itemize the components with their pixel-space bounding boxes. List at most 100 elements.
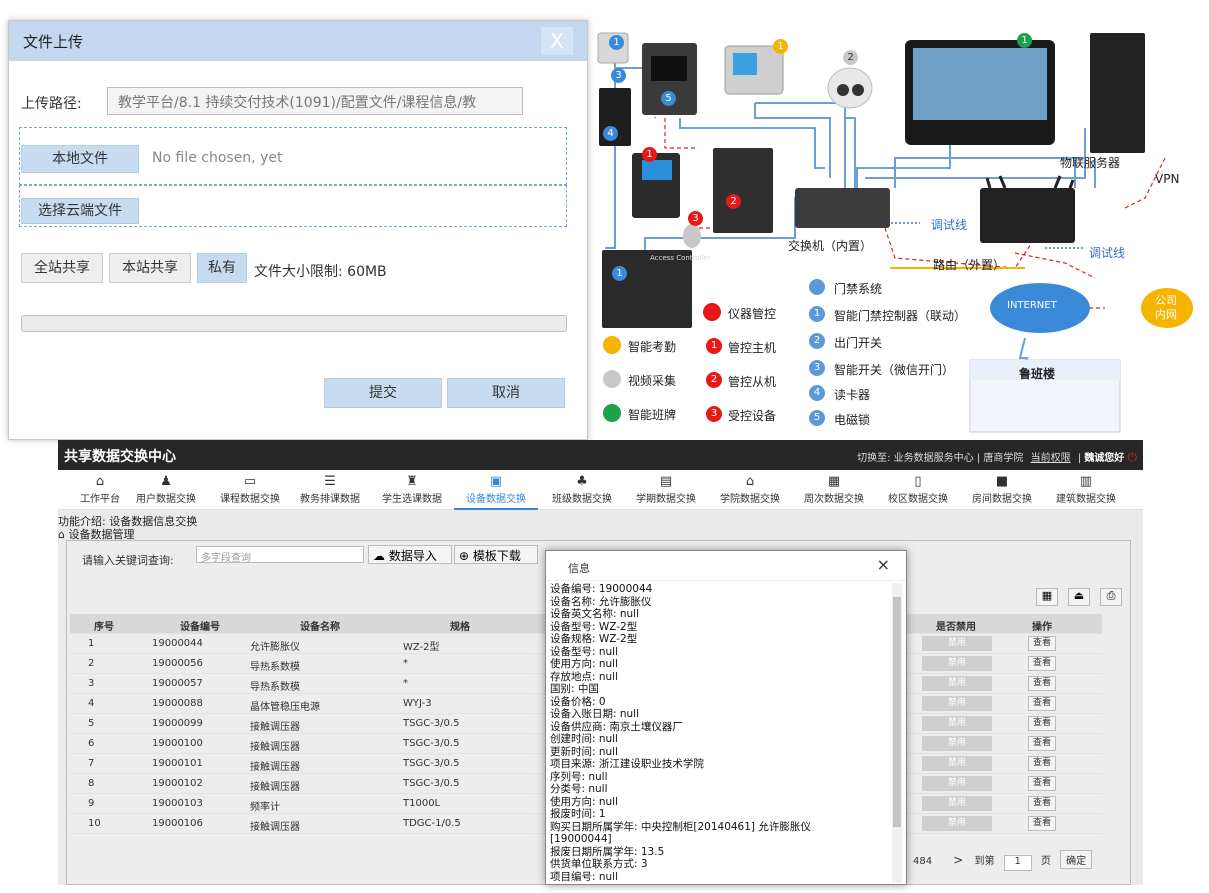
legend-number: 2 (809, 333, 825, 349)
legend-number: 1 (706, 338, 722, 354)
access-controller-label: Access Controller (650, 254, 711, 262)
total-count: 484 (913, 856, 933, 867)
disable-button[interactable]: 禁用 (922, 796, 992, 811)
view-button[interactable]: 查看 (1028, 816, 1056, 831)
nav-item[interactable]: ■ 房间数据交换 (960, 470, 1044, 510)
nav-item[interactable]: ♟ 用户数据交换 (124, 470, 208, 510)
scrollbar-thumb[interactable] (893, 597, 901, 827)
import-button[interactable]: ☁ 数据导入 (368, 545, 452, 564)
view-button[interactable]: 查看 (1028, 756, 1056, 771)
template-download-button[interactable]: ⊕ 模板下载 (454, 545, 538, 564)
view-button[interactable]: 查看 (1028, 736, 1056, 751)
view-button[interactable]: 查看 (1028, 796, 1056, 811)
close-icon[interactable]: × (877, 555, 890, 574)
modal-body: 设备编号: 19000044 设备名称: 允许膨胀仪 设备英文名称: null … (550, 583, 890, 883)
submit-button[interactable]: 提交 (324, 378, 442, 408)
info-line: 存放地点: null (550, 670, 619, 683)
legend-dot (603, 336, 621, 354)
cancel-button[interactable]: 取消 (447, 378, 565, 408)
view-button[interactable]: 查看 (1028, 776, 1056, 791)
info-line: 设备型号: WZ-2型 (550, 620, 638, 633)
view-button[interactable]: 查看 (1028, 656, 1056, 671)
list-icon: ☰ (324, 474, 336, 489)
user-icon: ♟ (160, 474, 172, 489)
debug-line-label: 调试线 (1089, 246, 1126, 260)
upload-path-label: 上传路径: (21, 96, 82, 112)
legend-label: 读卡器 (834, 388, 871, 402)
disable-button[interactable]: 禁用 (922, 716, 992, 731)
share-all-button[interactable]: 全站共享 (21, 253, 103, 283)
legend-label: 受控设备 (728, 409, 777, 423)
cloud-file-button[interactable]: 选择云端文件 (21, 198, 139, 224)
device-marker: 1 (773, 39, 788, 54)
local-file-button[interactable]: 本地文件 (21, 145, 139, 173)
nav-item[interactable]: ▤ 学期数据交换 (624, 470, 708, 510)
legend-number: 5 (809, 410, 825, 426)
modal-title: 信息 (568, 562, 590, 575)
nav-item-selected[interactable]: ▣ 设备数据交换 (454, 470, 538, 510)
print-icon[interactable]: ⎙ (1100, 588, 1122, 606)
legend-label: 仪器管控 (728, 307, 777, 321)
dialog-header: 文件上传 X (9, 21, 587, 61)
pagination: 484 > 到第 1 页 确定 (913, 850, 1093, 871)
grid-view-icon[interactable]: ▦ (1036, 588, 1058, 606)
view-button[interactable]: 查看 (1028, 676, 1056, 691)
export-icon[interactable]: ⏏ (1068, 588, 1090, 606)
device-marker: 1 (1017, 33, 1032, 48)
view-button[interactable]: 查看 (1028, 636, 1056, 651)
legend-dot (703, 303, 721, 321)
access-control-diagram: 1 3 4 5 1 2 3 1 1 1 2 物联服务器 VPN 调试线 调试线 … (595, 8, 1205, 438)
close-icon[interactable]: X (541, 27, 573, 55)
disable-button[interactable]: 禁用 (922, 676, 992, 691)
legend-label: 智能门禁控制器（联动） (834, 309, 967, 323)
switch-label: 交换机（内置） (788, 239, 873, 253)
disable-button[interactable]: 禁用 (922, 636, 992, 651)
power-icon[interactable]: ⏻ (1128, 450, 1138, 464)
disable-button[interactable]: 禁用 (922, 756, 992, 771)
nav-item[interactable]: ♜ 学生选课数据 (370, 470, 454, 510)
disable-button[interactable]: 禁用 (922, 776, 992, 791)
info-line: 国别: 中国 (550, 683, 599, 695)
next-page-button[interactable]: > (953, 853, 963, 867)
app-brand: 共享数据交换中心 (64, 449, 176, 465)
search-input[interactable]: 多字段查询 (196, 546, 364, 564)
private-button[interactable]: 私有 (197, 253, 247, 283)
share-site-button[interactable]: 本站共享 (109, 253, 191, 283)
page-input[interactable]: 1 (1003, 855, 1032, 871)
upload-path-field[interactable]: 教学平台/8.1 持续交付技术(1091)/配置文件/课程信息/教 (107, 87, 523, 115)
info-modal: 信息 × 设备编号: 19000044 设备名称: 允许膨胀仪 设备英文名称: … (545, 550, 907, 885)
legend-number: 2 (706, 372, 722, 388)
nav-item[interactable]: ♣ 班级数据交换 (540, 470, 624, 510)
info-line: [19000044] (550, 833, 612, 845)
disable-button[interactable]: 禁用 (922, 696, 992, 711)
nav-item[interactable]: ⌂ 学院数据交换 (708, 470, 792, 510)
nav-item[interactable]: ▦ 周次数据交换 (792, 470, 876, 510)
switch-center-link[interactable]: 切换至: 业务数据服务中心 (857, 453, 974, 464)
nav-item[interactable]: ☰ 教务排课数据 (288, 470, 372, 510)
view-button[interactable]: 查看 (1028, 716, 1056, 731)
current-permission-link[interactable]: 当前权限 (1031, 453, 1071, 464)
lubanlou-label: 鲁班楼 (1019, 367, 1056, 381)
architecture-icon: ▥ (1079, 474, 1093, 489)
view-button[interactable]: 查看 (1028, 696, 1056, 711)
nav-item[interactable]: ▭ 课程数据交换 (208, 470, 292, 510)
disable-button[interactable]: 禁用 (922, 816, 992, 831)
main-nav: ⌂ 工作平台 ♟ 用户数据交换 ▭ 课程数据交换 ☰ 教务排课数据 ♜ 学生选课数据 ▣ 设… (58, 470, 1143, 510)
week-icon: ▦ (827, 474, 841, 489)
disable-button[interactable]: 禁用 (922, 736, 992, 751)
device-marker: 4 (603, 126, 618, 141)
disable-button[interactable]: 禁用 (922, 656, 992, 671)
nav-item[interactable]: ▯ 校区数据交换 (876, 470, 960, 510)
course-icon: ▭ (243, 474, 257, 489)
device-marker: 1 (612, 266, 627, 281)
info-line: 报废日期所属学年: 13.5 (550, 845, 665, 858)
modal-scrollbar[interactable] (892, 583, 902, 883)
info-line: 报废时间: 1 (550, 808, 606, 820)
nav-item[interactable]: ▥ 建筑数据交换 (1044, 470, 1128, 510)
confirm-page-button[interactable]: 确定 (1060, 850, 1093, 869)
legend-number: 3 (809, 360, 825, 376)
top-right-menu: 切换至: 业务数据服务中心 | 唐商学院 当前权限 | 魏诚您好 ⏻ (857, 450, 1138, 464)
upload-progress-bar (21, 315, 567, 332)
top-bar: 共享数据交换中心 切换至: 业务数据服务中心 | 唐商学院 当前权限 | 魏诚您… (58, 440, 1143, 470)
upload-dialog: 文件上传 X 上传路径: 教学平台/8.1 持续交付技术(1091)/配置文件/… (8, 20, 588, 440)
